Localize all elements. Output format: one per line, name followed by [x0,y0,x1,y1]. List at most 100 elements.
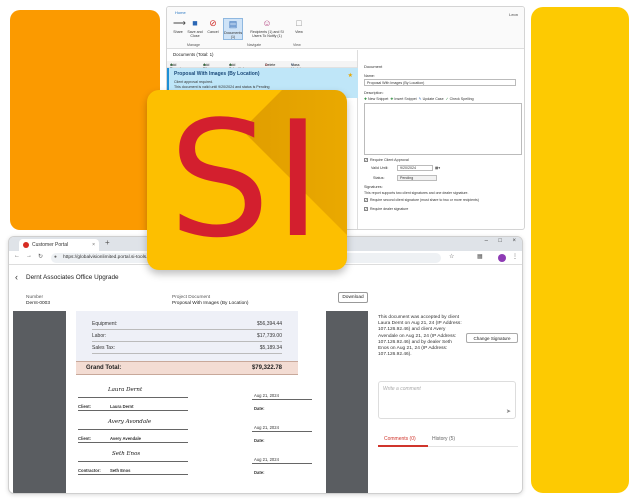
number-value: Dernt-0003 [26,301,50,306]
insert-snippet-button[interactable]: Insert Snippet [394,97,416,101]
lock-icon: ● [54,255,57,260]
back-arrow-icon[interactable]: ‹ [15,272,18,282]
signature-2-name: Avery Avendale [110,436,141,441]
acceptance-note: This document was accepted by client Lau… [378,315,462,358]
star-icon[interactable]: ★ [348,72,353,79]
download-button[interactable]: Download [338,292,368,303]
si-logo: SI [147,90,347,270]
group-navigate: Navigate [247,43,262,47]
menu-icon[interactable]: ⋮ [512,253,518,260]
status-field: Pending [397,175,437,181]
check-spelling-button[interactable]: Check Spelling [450,97,474,101]
ribbon-tab-home[interactable]: Home [175,10,186,15]
signature-line [78,474,188,475]
bookmark-icon[interactable]: ☆ [449,253,454,260]
signature-1-date: Aug 21, 2024 [254,393,279,398]
change-signature-button[interactable]: Change Signature [466,333,518,343]
signature-1-role: Client: [78,404,92,409]
valid-until-field[interactable]: 9/20/2024 [397,165,433,171]
back-icon[interactable]: ← [14,253,20,259]
documents-button[interactable]: ▤ Documents (1) [223,18,243,41]
project-document-value: Proposal With Images (By Location) [172,301,249,306]
signature-2-image: Avery Avondale [108,419,152,425]
maximize-icon[interactable]: □ [498,238,502,244]
cancel-button[interactable]: ⊘ Cancel [205,18,221,34]
description-textarea[interactable] [364,103,522,155]
new-tab-icon[interactable]: + [105,238,110,247]
form-section-title: Document [364,64,383,69]
save-icon: ■ [192,18,198,28]
browser-window: Customer Portal × + – □ × ← → ↻ ● https:… [8,236,523,494]
document-line2: This document is valid until 9/20/2024 a… [174,85,270,89]
signature-3-date: Aug 21, 2024 [254,457,279,462]
cost-row-equipment: Equipment: $56,394.44 [92,321,282,330]
tab-history[interactable]: History (5) [432,436,455,442]
tab-comments[interactable]: Comments (0) [384,436,416,442]
date-label: Date: [254,406,265,411]
signature-3-role: Contractor: [78,468,101,473]
profile-avatar[interactable] [498,254,506,262]
new-snippet-button[interactable]: New Snippet [368,97,388,101]
document-page: Equipment: $56,394.44 Labor: $17,739.00 Sa… [66,311,326,493]
extensions-icon[interactable]: ▦ [477,253,483,260]
document-icon: ▤ [228,19,238,29]
share-button[interactable]: ⟶ Share [170,18,186,34]
calendar-icon[interactable]: ▦▾ [435,166,440,170]
cancel-icon: ⊘ [209,18,217,28]
status-label: Status: [373,176,385,180]
ribbon: Home Leon ⟶ Share ■ Save and Close ⊘ Can… [167,7,524,49]
name-field[interactable]: Proposal With Images (By Location) [364,79,516,86]
date-label: Date: [254,470,265,475]
update-case-button[interactable]: Update Case [423,97,444,101]
forward-icon[interactable]: → [26,253,32,259]
documents-toolbar: ✚ Add Reports ✚ Add Files ✚ Add Submitta… [167,61,357,71]
cost-row-labor: Labor: $17,739.00 [92,333,282,342]
signature-3-name: Seth Enos [110,468,131,473]
close-tab-icon[interactable]: × [92,239,95,251]
signatures-label: Signatures: [364,185,383,189]
signature-1-name: Laura Dernt [110,404,134,409]
require-approval-checkbox[interactable]: ✓ Require Client Approval [364,158,409,163]
cost-summary: Equipment: $56,394.44 Labor: $17,739.00 Sa… [76,311,298,361]
recipients-button[interactable]: ☺ Recipients (1) and SI Users To Notify … [247,18,287,38]
date-line [252,431,312,432]
valid-until-label: Valid Until: [371,166,389,170]
project-document-label: Project Document [172,295,211,300]
signature-3-image: Seth Enos [112,451,141,457]
save-and-close-button[interactable]: ■ Save and Close [187,18,203,38]
second-signature-checkbox[interactable]: ✓ Require second client signature (must s… [364,198,479,203]
document-viewer[interactable]: Equipment: $56,394.44 Labor: $17,739.00 Sa… [13,311,368,493]
documents-header: Documents (Total: 1) [173,52,214,57]
user-name[interactable]: Leon [509,12,518,17]
grand-total-row: Grand Total: $79,322.78 [76,361,298,375]
group-manage: Manage [187,43,200,47]
signature-2-role: Client: [78,436,92,441]
document-form: Document Name: Proposal With Images (By … [359,50,524,229]
logo-text: SI [168,90,326,270]
share-icon: ⟶ [173,18,186,28]
view-icon: □ [296,18,302,28]
name-label: Name: [364,74,375,78]
date-line [252,399,312,400]
browser-tab[interactable]: Customer Portal × [19,239,99,251]
signature-line [78,410,188,411]
minimize-icon[interactable]: – [485,238,488,244]
comment-input[interactable]: Write a comment ➤ [378,381,516,419]
page-title: Dernt Associates Office Upgrade [26,274,119,281]
signature-line [78,429,188,430]
description-label: Description: [364,91,384,95]
close-window-icon[interactable]: × [512,238,516,244]
document-line1: Client approval required. [174,80,214,84]
new-snippet-icon: ✚ [364,97,368,101]
send-icon[interactable]: ➤ [506,408,511,415]
reload-icon[interactable]: ↻ [38,253,43,260]
yellow-panel [531,7,629,493]
signature-line [78,442,188,443]
number-label: Number [26,295,44,300]
date-label: Date: [254,438,265,443]
date-line [252,463,312,464]
view-button[interactable]: □ View [291,18,307,34]
portal-page: ‹ Dernt Associates Office Upgrade Number… [9,265,522,493]
group-view: View [293,43,301,47]
dealer-signature-checkbox[interactable]: ✓ Require dealer signature [364,207,408,212]
